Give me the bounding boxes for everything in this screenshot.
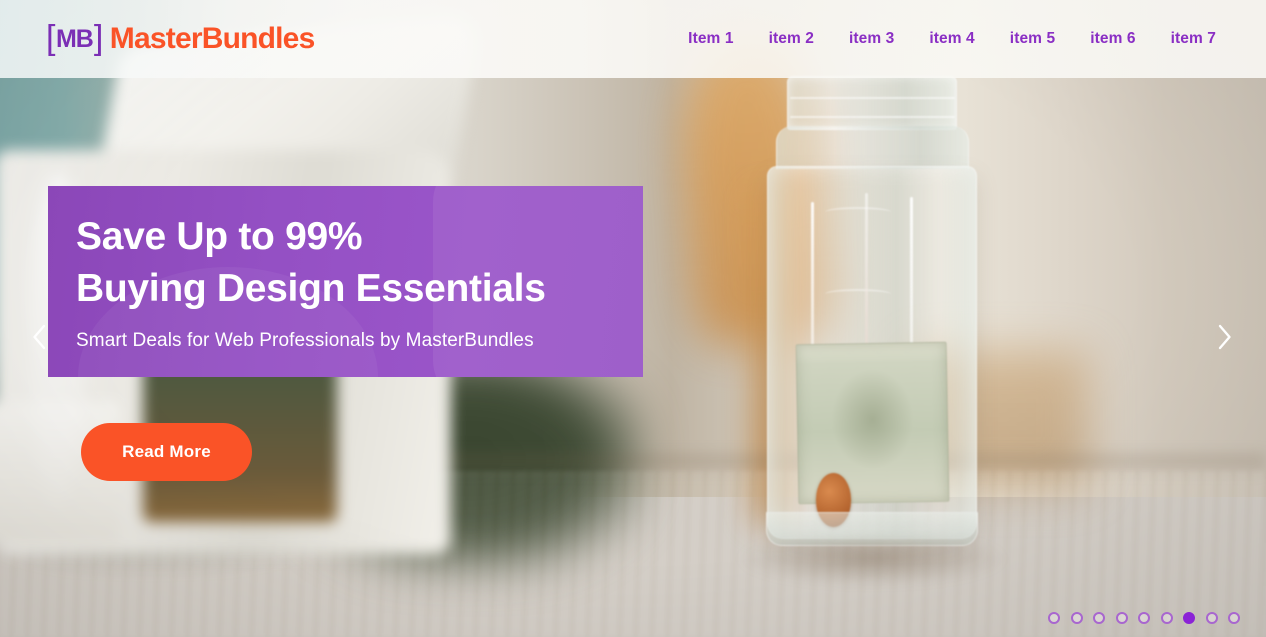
carousel-dot-5[interactable] — [1138, 612, 1150, 624]
mason-jar — [740, 76, 1005, 585]
logo-wordmark: MasterBundles — [109, 22, 315, 55]
logo-bracket-open-icon: [ — [46, 19, 55, 57]
logo-monogram: [ MB ] — [46, 19, 103, 57]
nav-item-5[interactable]: item 5 — [1010, 30, 1055, 48]
jar-thread — [789, 116, 955, 119]
hero-headline: Save Up to 99% Buying Design Essentials — [76, 215, 546, 310]
carousel-dot-7[interactable] — [1183, 612, 1195, 624]
jar-shadow — [740, 541, 1005, 585]
logo-bracket-close-icon: ] — [93, 19, 103, 57]
nav-item-1[interactable]: Item 1 — [688, 30, 733, 48]
jar-thread — [789, 96, 955, 99]
carousel-next-button[interactable] — [1204, 316, 1246, 358]
carousel-dot-3[interactable] — [1093, 612, 1105, 624]
chevron-right-icon — [1217, 324, 1233, 350]
nav-item-3[interactable]: item 3 — [849, 30, 894, 48]
dollar-bill — [795, 341, 949, 504]
carousel-dot-8[interactable] — [1205, 612, 1218, 624]
page-stage: [ MB ] MasterBundles Item 1 item 2 item … — [0, 0, 1266, 637]
carousel-dot-9[interactable] — [1228, 612, 1240, 624]
read-more-button[interactable]: Read More — [81, 423, 252, 481]
site-header: [ MB ] MasterBundles Item 1 item 2 item … — [0, 0, 1266, 78]
nav-item-4[interactable]: item 4 — [929, 30, 974, 48]
carousel-dot-2[interactable] — [1070, 612, 1083, 624]
carousel-prev-button[interactable] — [18, 316, 60, 358]
jar-neck — [787, 76, 958, 130]
hero-subheadline: Smart Deals for Web Professionals by Mas… — [76, 329, 534, 351]
carousel-dot-6[interactable] — [1160, 612, 1173, 624]
site-logo[interactable]: [ MB ] MasterBundles — [46, 19, 315, 57]
nav-item-6[interactable]: item 6 — [1090, 30, 1135, 48]
logo-monogram-text: MB — [55, 24, 94, 53]
main-navigation: Item 1 item 2 item 3 item 4 item 5 item … — [688, 30, 1216, 48]
carousel-dot-4[interactable] — [1115, 612, 1128, 624]
carousel-dot-1[interactable] — [1048, 612, 1060, 624]
carousel-pagination — [1048, 612, 1240, 624]
chevron-left-icon — [31, 324, 47, 350]
hero-text-band: Save Up to 99% Buying Design Essentials … — [48, 186, 643, 377]
jar-shoulder — [775, 125, 969, 170]
nav-item-2[interactable]: item 2 — [769, 30, 814, 48]
nav-item-7[interactable]: item 7 — [1171, 30, 1216, 48]
